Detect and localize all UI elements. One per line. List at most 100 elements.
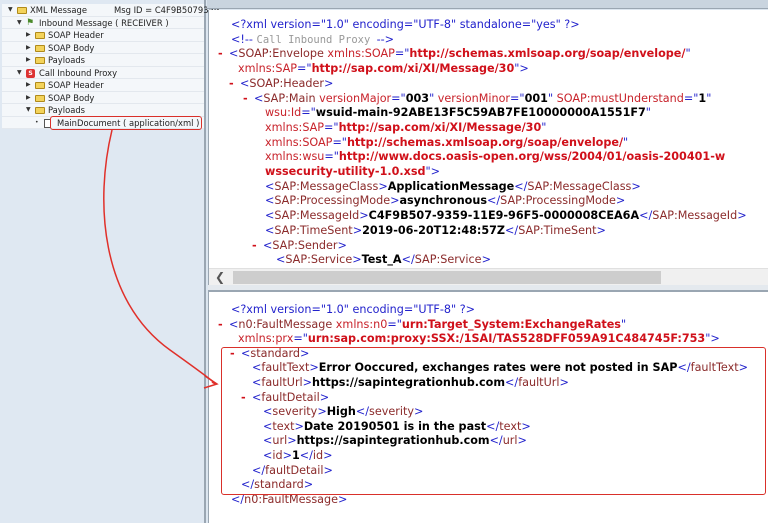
message-tree: ▼ XML Message Msg ID = C4F9B5079359 ▼ ⚑ Inbou… — [2, 4, 219, 130]
xml-line: wsu:Id="wsuid-main-92ABE13F5C59AB7FE1000… — [265, 105, 651, 120]
tree-item-label: Payloads — [48, 55, 86, 65]
collapse-toggle-icon[interactable]: ▶ — [26, 92, 31, 105]
xml-token: SAP:Service — [285, 253, 353, 267]
horizontal-scrollbar[interactable]: ❮ — [209, 268, 768, 285]
xml-token: C4F9B507-9359-11E9-96F5-0000008CEA6A — [368, 209, 640, 223]
tree-item[interactable]: ▶ SOAP Header — [2, 29, 204, 42]
expand-toggle-icon[interactable]: ▼ — [17, 67, 22, 80]
xml-token: SAP:TimeSent — [518, 223, 597, 237]
xml-token: > — [378, 179, 388, 193]
collapse-node-icon[interactable]: - — [218, 46, 223, 61]
xml-token: > — [337, 238, 347, 252]
xml-token: xmlns:SAP — [265, 120, 325, 134]
xml-token: SAP:MessageId — [274, 209, 360, 223]
xml-line: <SAP:TimeSent>2019-06-20T12:48:57Z</SAP:… — [265, 223, 606, 238]
xml-token: urn:Target_System:ExchangeRates — [401, 317, 621, 331]
xml-token: xmlns:prx — [238, 332, 294, 346]
collapse-node-icon[interactable]: - — [252, 238, 257, 253]
xml-token: > — [324, 76, 334, 90]
xml-token: </ — [401, 253, 415, 267]
tree-item[interactable]: ▶ Payloads — [2, 54, 204, 67]
expand-toggle-icon[interactable]: ▼ — [8, 4, 13, 17]
xml-line: <?xml version="1.0" encoding="UTF-8" sta… — [231, 17, 580, 32]
scroll-left-arrow-icon[interactable]: ❮ — [213, 269, 227, 285]
xml-token: xmlns:SOAP — [327, 47, 395, 61]
tree-item-label: Payloads — [48, 105, 86, 115]
scrollbar-thumb[interactable] — [233, 271, 661, 284]
xml-token: " — [623, 135, 629, 149]
xml-token: =" — [391, 91, 406, 105]
collapse-toggle-icon[interactable]: ▶ — [26, 54, 31, 67]
xml-token: SOAP:Envelope — [238, 47, 328, 61]
collapse-node-icon[interactable]: - — [229, 76, 234, 91]
xml-token: =" — [301, 106, 316, 120]
xml-line: xmlns:SAP="http://sap.com/xi/XI/Message/… — [265, 120, 546, 135]
xml-token: =" — [387, 317, 402, 331]
xml-token: </ — [487, 194, 501, 208]
xml-token: < — [265, 223, 275, 237]
collapse-node-icon[interactable]: - — [243, 91, 248, 106]
selected-highlight-box — [50, 116, 202, 130]
xml-token: < — [229, 47, 239, 61]
xml-line: <!-- Call Inbound Proxy --> — [231, 32, 394, 47]
tree-item[interactable]: ▼ ⚑ Inbound Message ( RECEIVER ) — [2, 17, 204, 30]
toolbar-strip — [207, 0, 768, 9]
xml-line: - <SOAP:Envelope xmlns:SOAP="http://schem… — [218, 46, 691, 61]
xml-token: > — [631, 179, 641, 193]
collapse-node-icon[interactable]: - — [218, 317, 223, 332]
collapse-toggle-icon[interactable]: ▶ — [26, 79, 31, 92]
xml-token: <!-- — [231, 32, 257, 46]
xml-token: SAP:Service — [414, 253, 482, 267]
xml-token: ApplicationMessage — [387, 179, 515, 193]
xml-token: SAP:MessageId — [652, 209, 738, 223]
xml-line: <SAP:MessageId>C4F9B507-9359-11E9-96F5-0… — [265, 208, 747, 223]
xml-token: =" — [332, 135, 347, 149]
message-tree-panel: ▼ XML Message Msg ID = C4F9B5079359 ▼ ⚑ Inbou… — [0, 0, 219, 523]
collapse-toggle-icon[interactable]: ▶ — [26, 42, 31, 55]
xml-token: Call Inbound Proxy — [256, 33, 377, 46]
xml-token: > — [615, 194, 626, 208]
xml-line: xmlns:wsu="http://www.docs.oasis-open.or… — [265, 149, 725, 164]
xml-line: <?xml version="1.0" encoding="UTF-8" ?> — [231, 302, 475, 317]
expand-toggle-icon[interactable]: ▼ — [17, 17, 22, 30]
xml-token: n0:FaultMessage — [238, 317, 336, 331]
xml-token: " — [645, 106, 651, 120]
xml-token: " — [620, 317, 627, 331]
xml-token: =" — [297, 62, 312, 76]
xml-token: > — [352, 223, 363, 237]
tree-item[interactable]: ▶ SOAP Header — [2, 79, 204, 92]
expand-toggle-icon[interactable]: ▼ — [26, 104, 31, 117]
xml-token: < — [254, 91, 264, 105]
xml-token: SAP:ProcessingMode — [274, 194, 391, 208]
xml-token: xmlns:n0 — [335, 317, 388, 331]
xml-token: --> — [376, 32, 395, 46]
xml-token: http://schemas.xmlsoap.org/soap/envelope… — [409, 47, 686, 61]
tree-item-label: SOAP Body — [48, 42, 95, 53]
xml-token: wsuid-main-92ABE13F5C59AB7FE10000000A155… — [315, 106, 646, 120]
xml-line: xmlns:SOAP="http://schemas.xmlsoap.org/s… — [265, 135, 628, 150]
xml-token: =" — [683, 91, 699, 105]
xml-token: " — [706, 91, 712, 105]
tree-item[interactable]: ▶ SOAP Body — [2, 92, 204, 105]
xml-token: urn:sap.com:proxy:SSX:/1SAI/TAS528DFF059… — [307, 332, 706, 346]
xml-token: < — [265, 209, 275, 223]
tree-item[interactable]: ▼ XML Message Msg ID = C4F9B5079359 — [2, 4, 219, 17]
xml-token: SAP:ProcessingMode — [500, 194, 616, 208]
collapse-toggle-icon[interactable]: • — [35, 117, 39, 130]
tree-item[interactable]: ▼ Payloads — [2, 104, 204, 117]
xml-token: Test_A — [361, 253, 402, 267]
xml-token: < — [240, 76, 250, 90]
xml-token: =" — [324, 150, 339, 164]
xml-token: 003 — [405, 91, 430, 105]
xml-line: - <SAP:Main versionMajor="003" versionMin… — [243, 91, 712, 106]
request-xml-pane: <SAP:Interface namespace="" /><SAP:Servi… — [208, 10, 768, 285]
collapse-toggle-icon[interactable]: ▶ — [26, 29, 31, 42]
xml-token: SOAP:Header — [249, 76, 324, 90]
xml-token: < — [263, 238, 273, 252]
xml-token: > — [359, 209, 369, 223]
tree-item-label: XML Message — [30, 5, 87, 15]
tree-item[interactable]: ▼ S Call Inbound Proxy — [2, 67, 204, 80]
fault-highlight-box — [221, 347, 766, 495]
xml-token: > — [737, 209, 747, 223]
tree-item[interactable]: ▶ SOAP Body — [2, 42, 204, 55]
